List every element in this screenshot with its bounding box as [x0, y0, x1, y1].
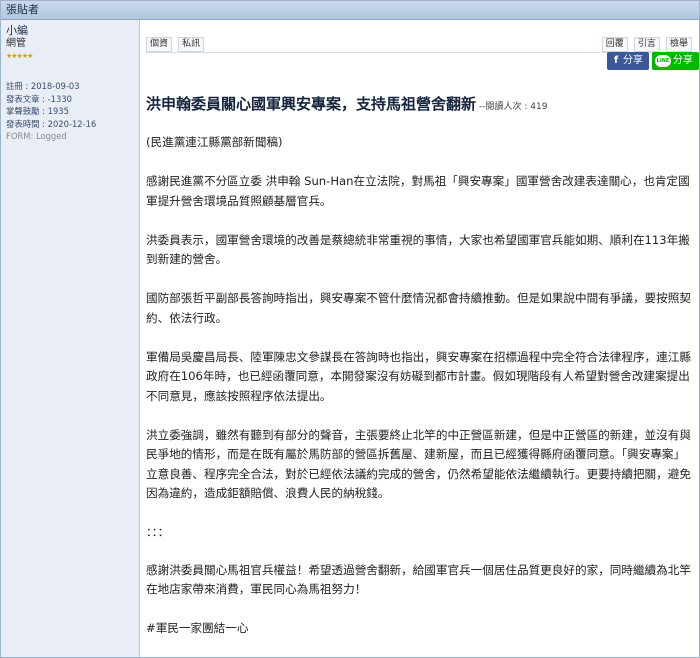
stat-post-date: 發表時間 : 2020-12-16 [6, 118, 97, 129]
stat-login-state: FORM: Logged [6, 131, 67, 142]
poster-name[interactable]: 小編 [6, 24, 139, 37]
post-paragraph: 洪立委強調，雖然有聽到有部分的聲音，主張要終止北竿的中正營區新建，但是中正營區的… [146, 427, 691, 501]
poster-rank: 網管 [6, 38, 26, 49]
post-paragraph: 洪委員表示，國軍營舍環境的改善是蔡總統非常重視的事情，大家也希望國軍官兵能如期、… [146, 232, 690, 267]
poster-stats: 註冊 : 2018-09-03 發表文章 : -1330 掌聲鼓勵 : 1935… [6, 80, 139, 143]
stat-post-count: 發表文章 : -1330 [6, 93, 72, 104]
post-paragraph: 軍備局吳慶昌局長、陸軍陳忠文參謀長在答詢時也指出，興安專案在招標過程中完全符合法… [146, 349, 691, 403]
stat-applause: 掌聲鼓勵 : 1935 [6, 106, 69, 117]
post-paragraph: 國防部張哲平副部長答詢時指出，興安專案不管什麼情況都會持續推動。但是如果說中間有… [146, 291, 691, 325]
stat-registered: 註冊 : 2018-09-03 [6, 81, 80, 91]
post-title-row: 洪申翰委員關心國軍興安專案，支持馬祖營舍翻新 --閱讀人次 : 419 [146, 93, 692, 114]
rank-stars-icon: ★★★★★ [6, 52, 33, 60]
post-body-area: 洪申翰委員關心國軍興安專案，支持馬祖營舍翻新 --閱讀人次 : 419 (民進黨連… [141, 20, 699, 657]
post-paragraph: ：：： [146, 525, 170, 539]
post-content: 小編 網管 ★★★★★ 註冊 : 2018-09-03 發表文章 : -1330… [1, 20, 699, 657]
post-body: (民進黨連江縣黨部新聞稿) 感謝民進黨不分區立委 洪申翰 Sun-Han在立法院… [146, 133, 692, 658]
author-column-header: 張貼者 [1, 1, 699, 20]
view-count: --閱讀人次 : 419 [479, 102, 548, 112]
hashtag[interactable]: #軍民一家團結一心 [146, 619, 692, 639]
poster-sidebar: 小編 網管 ★★★★★ 註冊 : 2018-09-03 發表文章 : -1330… [1, 20, 140, 657]
post-title: 洪申翰委員關心國軍興安專案，支持馬祖營舍翻新 [146, 95, 477, 113]
post-paragraph: (民進黨連江縣黨部新聞稿) [146, 135, 283, 149]
post-paragraph: 感謝洪委員關心馬祖官兵權益！希望透過營舍翻新，給國軍官兵一個居住品質更良好的家，… [146, 562, 691, 597]
post-frame: 張貼者 小編 網管 ★★★★★ 註冊 : 2018-09-03 發表文章 : -… [0, 0, 700, 658]
post-paragraph: 感謝民進黨不分區立委 洪申翰 Sun-Han在立法院，對馬祖「興安專案」國軍營舍… [146, 174, 690, 208]
